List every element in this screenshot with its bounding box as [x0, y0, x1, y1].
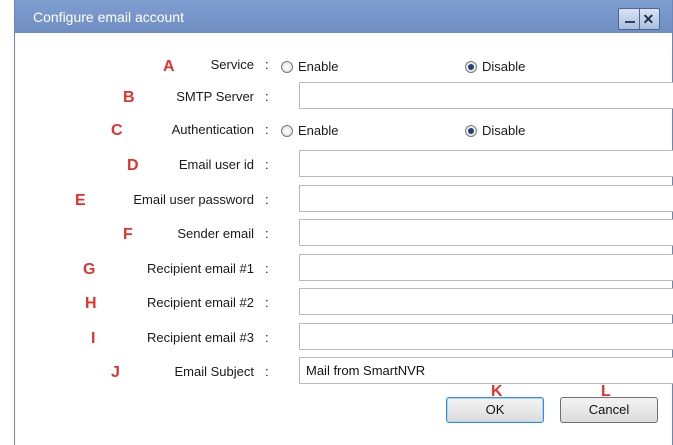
smtp-label: SMTP Server	[176, 89, 254, 104]
marker-e: E	[75, 192, 86, 209]
sender-email-input[interactable]	[299, 219, 673, 246]
marker-c: C	[111, 122, 123, 139]
auth-enable-radio[interactable]: Enable	[281, 123, 338, 138]
window-controls: ✕	[618, 8, 660, 30]
auth-disable-radio[interactable]: Disable	[465, 123, 525, 138]
auth-colon: :	[265, 122, 269, 137]
sender-colon: :	[265, 226, 269, 241]
user-id-label: Email user id	[178, 157, 254, 172]
marker-b: B	[123, 89, 135, 106]
email-user-id-input[interactable]	[299, 150, 673, 177]
recipient2-label: Recipient email #2	[147, 295, 254, 310]
minimize-icon	[625, 21, 635, 23]
user-password-label: Email user password	[133, 192, 254, 207]
subject-colon: :	[265, 364, 269, 379]
marker-i: I	[91, 330, 96, 347]
recipient2-colon: :	[265, 295, 269, 310]
recipient3-colon: :	[265, 330, 269, 345]
service-colon: :	[265, 57, 269, 72]
marker-a: A	[163, 58, 175, 75]
title-bar[interactable]: Configure email account ✕	[15, 0, 672, 33]
smtp-server-input[interactable]	[299, 82, 673, 109]
ok-button[interactable]: OK	[446, 397, 544, 423]
radio-icon	[281, 60, 293, 73]
recipient1-colon: :	[265, 261, 269, 276]
subject-label: Email Subject	[174, 364, 254, 379]
service-enable-label: Enable	[298, 59, 339, 74]
radio-checked-icon	[465, 124, 477, 137]
marker-j: J	[111, 364, 120, 381]
recipient3-label: Recipient email #3	[147, 330, 254, 345]
minimize-button[interactable]	[619, 9, 639, 29]
close-button[interactable]: ✕	[638, 9, 660, 29]
email-subject-input[interactable]: Mail from SmartNVR	[299, 357, 673, 384]
email-user-password-input[interactable]	[299, 185, 673, 212]
window-title: Configure email account	[33, 9, 184, 25]
recipient-email-3-input[interactable]	[299, 323, 673, 350]
auth-label: Authentication	[171, 122, 254, 137]
service-label: Service	[210, 57, 254, 72]
marker-h: H	[85, 295, 97, 312]
recipient-email-2-input[interactable]	[299, 288, 673, 315]
sender-label: Sender email	[177, 226, 254, 241]
marker-d: D	[127, 157, 139, 174]
user-password-colon: :	[265, 192, 269, 207]
cancel-button[interactable]: Cancel	[560, 397, 658, 423]
radio-icon	[281, 124, 293, 137]
auth-enable-label: Enable	[298, 123, 339, 138]
recipient-email-1-input[interactable]	[299, 254, 673, 281]
service-disable-label: Disable	[482, 59, 526, 74]
marker-g: G	[83, 261, 96, 278]
auth-disable-label: Disable	[482, 123, 526, 138]
close-icon: ✕	[642, 11, 655, 27]
service-enable-radio[interactable]: Enable	[281, 59, 338, 74]
smtp-colon: :	[265, 89, 269, 104]
radio-checked-icon	[465, 60, 477, 73]
recipient1-label: Recipient email #1	[147, 261, 254, 276]
marker-f: F	[123, 226, 133, 243]
configure-email-dialog: Configure email account ✕ A Service : En…	[14, 0, 673, 445]
user-id-colon: :	[265, 157, 269, 172]
service-disable-radio[interactable]: Disable	[465, 59, 525, 74]
